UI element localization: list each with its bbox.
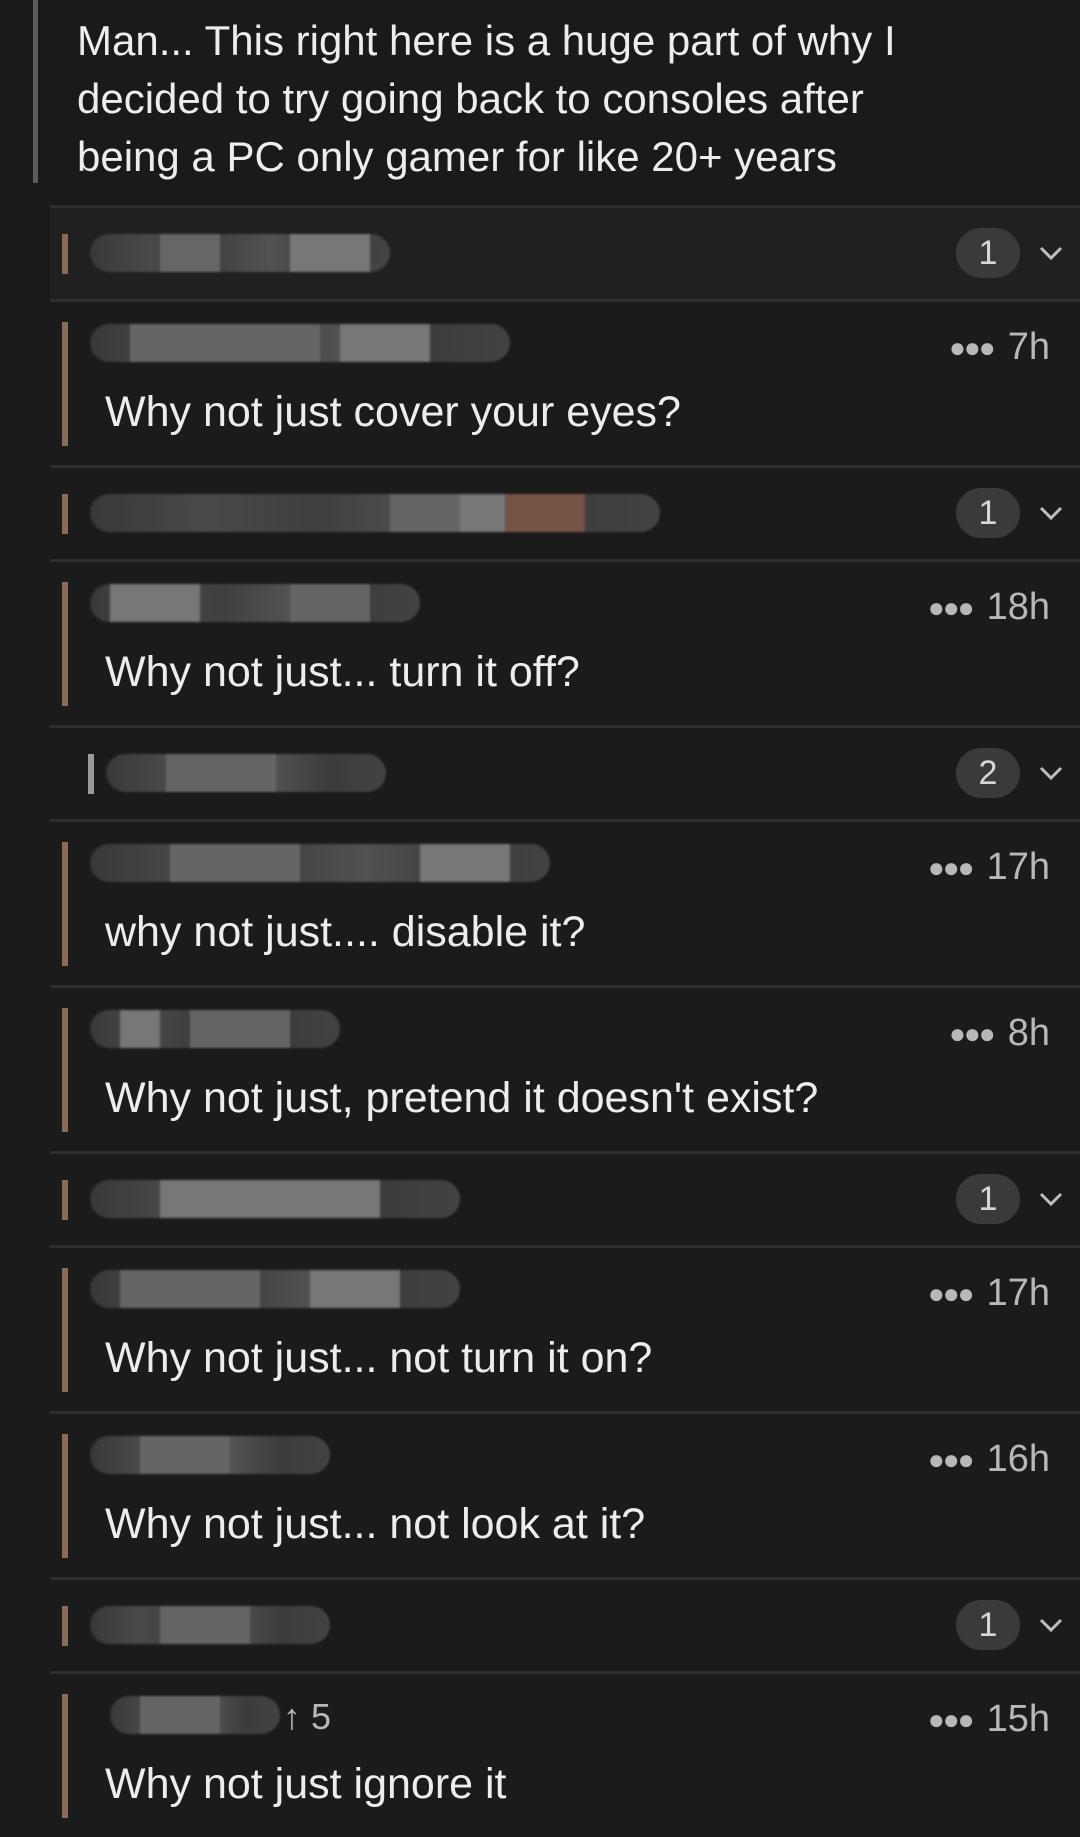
comment-text: Why not just... turn it off?: [105, 648, 580, 696]
collapsed-reply[interactable]: 1: [50, 205, 1080, 299]
thread-line: [62, 234, 68, 274]
collapsed-reply[interactable]: 1: [50, 1151, 1080, 1245]
reply-comment[interactable]: ●●● 18h Why not just... turn it off?: [50, 559, 1080, 725]
thread-line: [62, 1008, 68, 1132]
reply-comment[interactable]: ●●● 17h Why not just... not turn it on?: [50, 1245, 1080, 1411]
thread-line: [62, 1694, 68, 1818]
chevron-down-icon[interactable]: [1036, 1184, 1066, 1214]
timestamp: 16h: [986, 1438, 1050, 1480]
more-dots-icon[interactable]: ●●●: [949, 1018, 996, 1050]
timestamp: 15h: [986, 1698, 1050, 1740]
redacted-username: [90, 1010, 340, 1048]
upvote-score: ↑ 5: [283, 1696, 332, 1737]
reply-comment[interactable]: ●●● 7h Why not just cover your eyes?: [50, 299, 1080, 465]
chevron-down-icon[interactable]: [1036, 238, 1066, 268]
comment-meta: ●●● 18h: [928, 586, 1050, 629]
thread-line: [62, 1268, 68, 1392]
collapsed-reply[interactable]: 1: [50, 465, 1080, 559]
comment-text: why not just.... disable it?: [105, 908, 586, 956]
more-dots-icon[interactable]: ●●●: [928, 1278, 975, 1310]
comment-text: Why not just cover your eyes?: [105, 388, 681, 436]
chevron-down-icon[interactable]: [1036, 498, 1066, 528]
redacted-username: [110, 1696, 280, 1734]
comment-meta: ●●● 8h: [949, 1012, 1050, 1055]
comment-meta: ●●● 16h: [928, 1438, 1050, 1481]
parent-comment[interactable]: Man... This right here is a huge part of…: [0, 0, 1080, 205]
redacted-username: [90, 844, 550, 882]
thread-line: [62, 842, 68, 966]
comment-text: Why not just, pretend it doesn't exist?: [105, 1074, 819, 1122]
more-dots-icon[interactable]: ●●●: [928, 1444, 975, 1476]
reply-count-badge[interactable]: 1: [956, 1174, 1020, 1224]
redacted-username: [90, 1180, 460, 1218]
reply-comment[interactable]: ↑ 5 ●●● 15h Why not just ignore it: [50, 1671, 1080, 1837]
comment-meta: ●●● 17h: [928, 846, 1050, 889]
collapsed-reply[interactable]: 2: [50, 725, 1080, 819]
thread-line: [62, 1434, 68, 1558]
thread-line: [62, 582, 68, 706]
reply-comment[interactable]: ●●● 17h why not just.... disable it?: [50, 819, 1080, 985]
comment-text: Why not just... not turn it on?: [105, 1334, 653, 1382]
timestamp: 17h: [986, 846, 1050, 888]
reply-count-badge[interactable]: 2: [956, 748, 1020, 798]
reply-comment[interactable]: ●●● 16h Why not just... not look at it?: [50, 1411, 1080, 1577]
thread-line: [88, 754, 94, 794]
timestamp: 18h: [986, 586, 1050, 628]
thread-line: [62, 1180, 68, 1220]
collapsed-reply[interactable]: 1: [50, 1577, 1080, 1671]
comment-meta: ●●● 17h: [928, 1272, 1050, 1315]
reply-count-badge[interactable]: 1: [956, 1600, 1020, 1650]
thread-line: [62, 1606, 68, 1646]
more-dots-icon[interactable]: ●●●: [928, 1704, 975, 1736]
comment-meta: ●●● 7h: [949, 326, 1050, 369]
chevron-down-icon[interactable]: [1036, 758, 1066, 788]
thread-line: [62, 322, 68, 446]
timestamp: 7h: [1007, 326, 1050, 368]
redacted-username: [106, 754, 386, 792]
thread-line: [62, 494, 68, 534]
more-dots-icon[interactable]: ●●●: [928, 592, 975, 624]
redacted-username: [90, 1270, 460, 1308]
reply-comment[interactable]: ●●● 8h Why not just, pretend it doesn't …: [50, 985, 1080, 1151]
parent-comment-text: Man... This right here is a huge part of…: [77, 17, 896, 180]
comment-text: Why not just ignore it: [105, 1760, 507, 1808]
more-dots-icon[interactable]: ●●●: [928, 852, 975, 884]
chevron-down-icon[interactable]: [1036, 1610, 1066, 1640]
timestamp: 17h: [986, 1272, 1050, 1314]
reply-count-badge[interactable]: 1: [956, 228, 1020, 278]
comment-meta: ●●● 15h: [928, 1698, 1050, 1741]
redacted-username: [90, 584, 420, 622]
redacted-username: [90, 1436, 330, 1474]
redacted-username: [90, 234, 390, 272]
redacted-username: [90, 324, 510, 362]
redacted-username: [90, 1606, 330, 1644]
timestamp: 8h: [1007, 1012, 1050, 1054]
reply-count-badge[interactable]: 1: [956, 488, 1020, 538]
more-dots-icon[interactable]: ●●●: [949, 332, 996, 364]
redacted-username: [90, 494, 660, 532]
thread-line: [33, 0, 38, 183]
comment-text: Why not just... not look at it?: [105, 1500, 646, 1548]
